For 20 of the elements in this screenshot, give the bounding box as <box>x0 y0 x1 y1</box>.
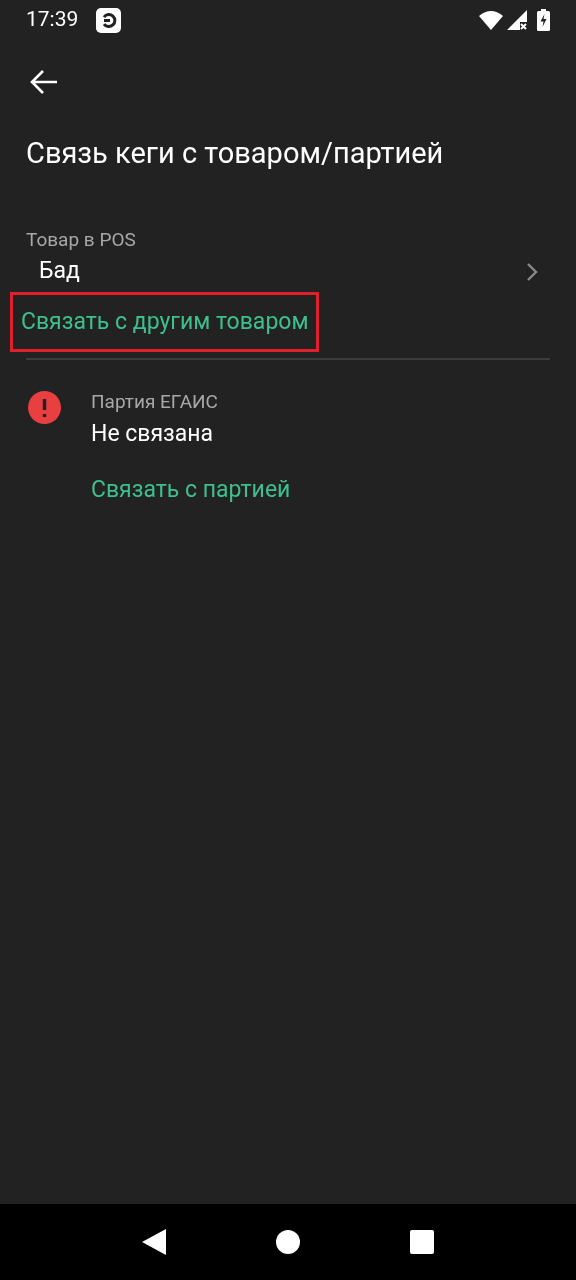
wifi-icon <box>479 10 503 30</box>
status-time: 17:39 <box>26 6 79 34</box>
circle-home-icon <box>276 1230 300 1254</box>
nav-back-button[interactable] <box>142 1229 166 1255</box>
square-recents-icon <box>410 1230 434 1254</box>
page-title: Связь кеги с товаром/партией <box>25 135 445 172</box>
back-arrow-icon <box>30 69 58 95</box>
link-button[interactable]: Связать с другим товаром <box>10 291 320 352</box>
nav-home-button[interactable] <box>276 1230 300 1254</box>
chevron-right-icon <box>526 261 538 282</box>
link-button[interactable]: Связать с партией <box>80 460 302 521</box>
back-button[interactable] <box>30 69 58 95</box>
app-notification-icon <box>96 7 122 33</box>
field-label: Товар в POS <box>26 227 137 252</box>
battery-charging-icon <box>537 9 550 31</box>
field-value: Не связана <box>91 419 215 449</box>
pos-product-row[interactable]: Бад <box>26 251 550 292</box>
field-label: Партия ЕГАИС <box>91 390 219 414</box>
triangle-back-icon <box>142 1229 166 1255</box>
signal-icon <box>507 10 527 30</box>
